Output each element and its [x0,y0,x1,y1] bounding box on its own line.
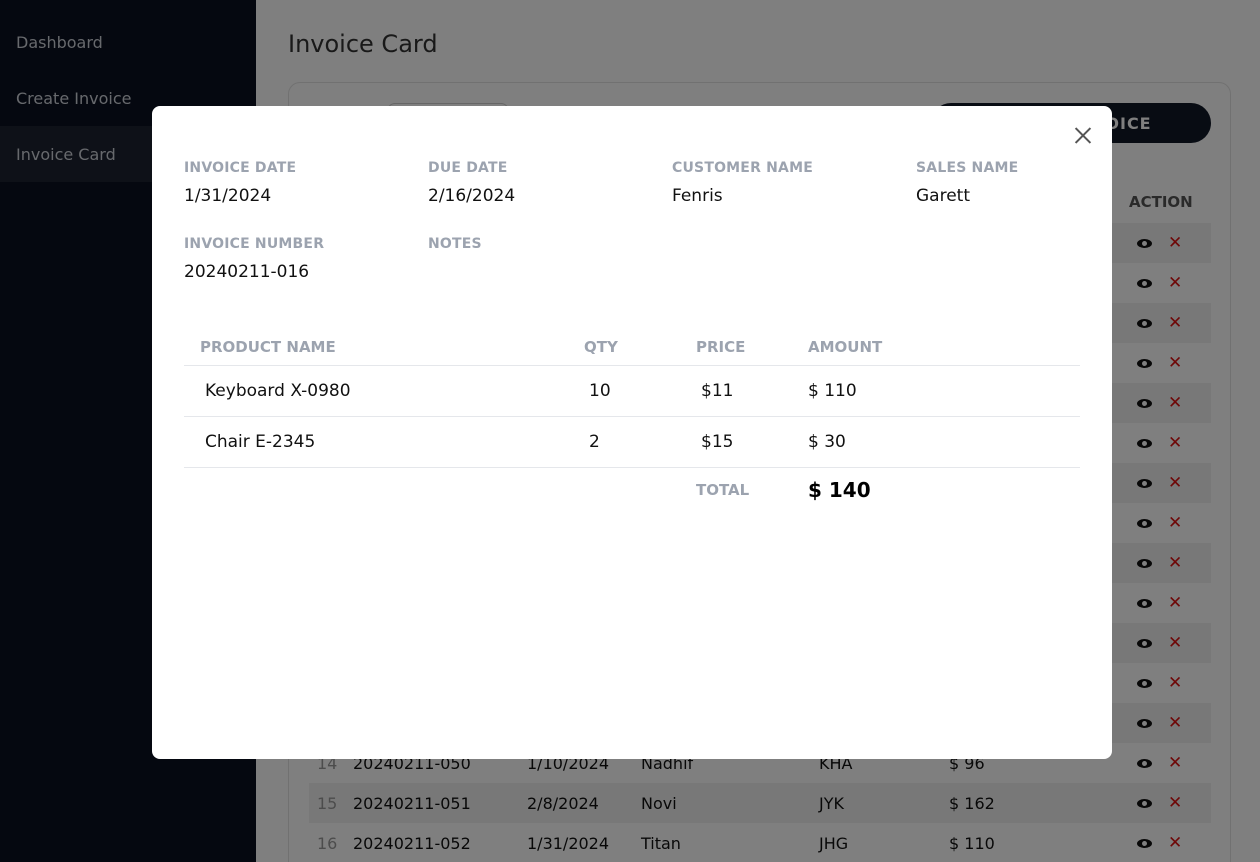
product-name: Keyboard X-0980 [205,381,351,401]
quantity: 10 [589,381,611,401]
quantity: 2 [589,432,600,452]
invoice-date-field: INVOICE DATE 1/31/2024 [184,160,296,206]
field-value: 1/31/2024 [184,186,272,206]
amount: $ 110 [808,381,857,401]
field-value: 2/16/2024 [428,186,516,206]
product-name: Chair E-2345 [205,432,316,452]
field-label: DUE DATE [428,160,508,176]
field-label: NOTES [428,236,482,252]
sales-name-field: SALES NAME Garett [916,160,1018,206]
field-label: INVOICE NUMBER [184,236,325,252]
customer-name-field: CUSTOMER NAME Fenris [672,160,813,206]
field-label: SALES NAME [916,160,1019,176]
table-row: Keyboard X-0980 10 $11 $ 110 [184,366,1080,417]
table-row: Chair E-2345 2 $15 $ 30 [184,417,1080,468]
field-label: CUSTOMER NAME [672,160,813,176]
column-header-price: PRICE [696,337,746,356]
column-header-qty: QTY [584,337,618,356]
field-value: Garett [916,186,970,206]
field-value: Fenris [672,186,723,206]
field-value: 20240211-016 [184,262,310,282]
due-date-field: DUE DATE 2/16/2024 [428,160,515,206]
total-value: $ 140 [808,478,871,502]
notes-field: NOTES [428,236,482,262]
close-icon[interactable] [1072,124,1094,146]
column-header-product: PRODUCT NAME [200,337,336,356]
table-header: PRODUCT NAME QTY PRICE AMOUNT [184,328,1080,366]
invoice-detail-modal: INVOICE DATE 1/31/2024 DUE DATE 2/16/202… [152,106,1112,759]
amount: $ 30 [808,432,846,452]
table-footer: TOTAL $ 140 [184,468,1080,512]
price: $11 [701,381,734,401]
invoice-number-field: INVOICE NUMBER 20240211-016 [184,236,324,282]
column-header-amount: AMOUNT [808,337,883,356]
invoice-items-table: PRODUCT NAME QTY PRICE AMOUNT Keyboard X… [184,328,1080,512]
price: $15 [701,432,734,452]
field-label: INVOICE DATE [184,160,297,176]
total-label: TOTAL [696,481,750,499]
